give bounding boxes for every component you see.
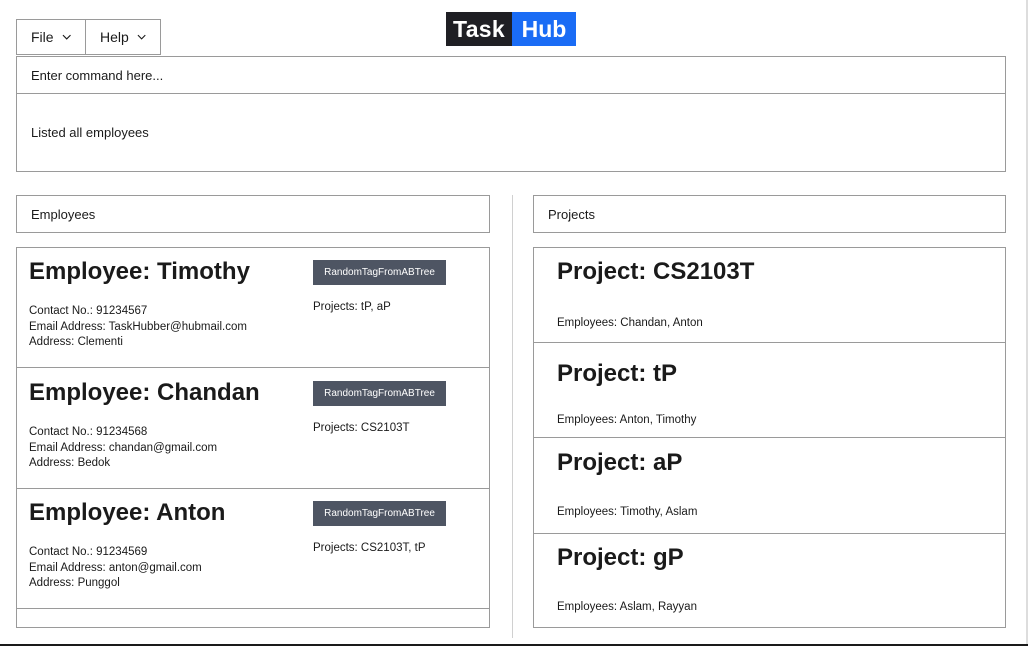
project-card[interactable]: Project: tP Employees: Anton, Timothy — [534, 343, 1005, 438]
logo-part-task: Task — [446, 12, 512, 46]
project-list[interactable]: Project: CS2103T Employees: Chandan, Ant… — [533, 247, 1006, 628]
employee-list[interactable]: Employee: Timothy RandomTagFromABTree Pr… — [16, 247, 490, 628]
employee-name: Employee: Anton — [29, 499, 226, 526]
employee-card[interactable]: Employee: Chandan RandomTagFromABTree Pr… — [17, 369, 489, 489]
employee-projects: Projects: tP, aP — [313, 301, 391, 313]
employee-tag: RandomTagFromABTree — [313, 501, 446, 526]
employees-panel-header: Employees — [16, 195, 490, 233]
project-card[interactable]: Project: aP Employees: Timothy, Aslam — [534, 438, 1005, 534]
project-card[interactable]: Project: CS2103T Employees: Chandan, Ant… — [534, 248, 1005, 343]
project-employees: Employees: Anton, Timothy — [557, 414, 697, 426]
employee-projects: Projects: CS2103T — [313, 422, 410, 434]
chevron-down-icon — [62, 34, 71, 40]
employee-details: Contact No.: 91234567 Email Address: Tas… — [29, 304, 247, 351]
employee-address: Address: Clementi — [29, 336, 123, 348]
employee-card[interactable]: Employee: Anton RandomTagFromABTree Proj… — [17, 489, 489, 609]
employee-projects: Projects: CS2103T, tP — [313, 542, 426, 554]
menu-bar: File Help — [16, 19, 161, 55]
employees-header-label: Employees — [31, 206, 96, 222]
project-name: Project: aP — [557, 449, 683, 476]
employee-email: Email Address: TaskHubber@hubmail.com — [29, 320, 247, 333]
employee-email: Email Address: chandan@gmail.com — [29, 441, 218, 454]
employee-name: Employee: Chandan — [29, 379, 260, 406]
employee-details: Contact No.: 91234568 Email Address: cha… — [29, 425, 217, 472]
command-input[interactable] — [16, 56, 1006, 94]
project-name: Project: CS2103T — [557, 258, 755, 285]
logo-part-hub: Hub — [512, 12, 576, 46]
employee-contact: Contact No.: 91234567 — [29, 305, 148, 317]
employee-contact: Contact No.: 91234568 — [29, 426, 148, 438]
project-employees: Employees: Timothy, Aslam — [557, 506, 698, 518]
project-name: Project: gP — [557, 544, 684, 571]
help-menu[interactable]: Help — [86, 19, 161, 55]
employee-tag: RandomTagFromABTree — [313, 260, 446, 285]
projects-header-label: Projects — [548, 206, 595, 222]
chevron-down-icon — [137, 34, 146, 40]
employee-card[interactable]: Employee: Timothy RandomTagFromABTree Pr… — [17, 248, 489, 368]
employee-address: Address: Bedok — [29, 457, 111, 469]
employee-address: Address: Punggol — [29, 577, 120, 589]
project-card[interactable]: Project: gP Employees: Aslam, Rayyan — [534, 534, 1005, 627]
employee-name: Employee: Timothy — [29, 258, 250, 285]
file-menu-label: File — [31, 29, 54, 45]
file-menu[interactable]: File — [16, 19, 86, 55]
employee-contact: Contact No.: 91234569 — [29, 546, 148, 558]
help-menu-label: Help — [100, 29, 129, 45]
employee-email: Email Address: anton@gmail.com — [29, 561, 202, 574]
result-text: Listed all employees — [31, 125, 149, 140]
result-display: Listed all employees — [16, 93, 1006, 172]
project-employees: Employees: Aslam, Rayyan — [557, 601, 697, 613]
employee-details: Contact No.: 91234569 Email Address: ant… — [29, 545, 202, 592]
projects-panel-header: Projects — [533, 195, 1006, 233]
project-employees: Employees: Chandan, Anton — [557, 317, 703, 329]
app-logo: Task Hub — [446, 12, 576, 46]
employee-tag: RandomTagFromABTree — [313, 381, 446, 406]
project-name: Project: tP — [557, 360, 678, 387]
panel-divider[interactable] — [512, 195, 513, 638]
